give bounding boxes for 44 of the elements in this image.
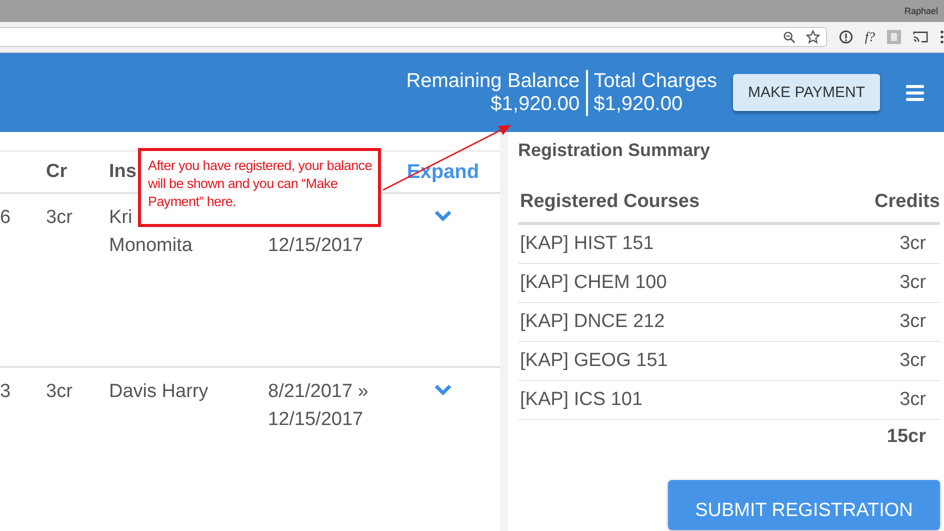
credit-value: 3cr — [900, 311, 927, 333]
instructor-name: Kri — [109, 206, 134, 230]
star-icon[interactable] — [806, 30, 820, 44]
end-date: 12/15/2017 — [268, 408, 364, 432]
course-name: [KAP] GEOG 151 — [520, 350, 668, 372]
extension-button[interactable]: f? — [864, 29, 875, 45]
address-field[interactable] — [0, 27, 827, 47]
column-header: Cr — [46, 161, 68, 183]
chevron-down-icon[interactable] — [434, 384, 452, 395]
column-header: Ins — [109, 161, 136, 183]
credit-value: 3cr — [900, 272, 927, 294]
chevron-down-icon[interactable] — [434, 210, 452, 221]
callout-box: After you have registered, your balance will be shown and you can “Make Payment” here. — [138, 148, 381, 227]
table-cell-text: 6 — [0, 206, 12, 230]
total-credits: 15cr — [886, 426, 926, 449]
instructor-name: Monomita — [109, 234, 194, 258]
course-name: [KAP] ICS 101 — [520, 389, 643, 411]
profile-name[interactable]: Raphael — [904, 6, 938, 16]
credit-value: 3cr — [900, 389, 927, 411]
balance-label: Remaining Balance — [406, 70, 580, 92]
credit-value: 3cr — [900, 350, 927, 372]
table-cell-text: 3cr — [46, 380, 74, 404]
balance-amount: $1,920.00 — [490, 92, 580, 116]
course-name: [KAP] HIST 151 — [520, 233, 654, 255]
end-date: 12/15/2017 — [268, 234, 364, 258]
zoom-icon[interactable] — [782, 30, 796, 44]
table-cell-text: 3 — [0, 380, 12, 404]
column-header: Registered Courses — [520, 191, 700, 213]
course-name: [KAP] CHEM 100 — [520, 272, 667, 294]
cast-icon[interactable] — [913, 31, 928, 43]
submit-registration-button[interactable]: SUBMIT REGISTRATION — [668, 480, 940, 530]
info-icon[interactable] — [838, 30, 853, 44]
summary-title: Registration Summary — [518, 140, 712, 162]
table-cell-text: 3cr — [46, 206, 74, 230]
course-name: [KAP] DNCE 212 — [520, 311, 665, 333]
more-icon[interactable] — [940, 30, 944, 44]
credit-value: 3cr — [900, 233, 927, 255]
charges-amount: $1,920.00 — [594, 92, 684, 116]
make-payment-button[interactable]: MAKE PAYMENT — [733, 74, 880, 111]
charges-label: Total Charges — [594, 70, 718, 92]
menu-icon[interactable] — [906, 84, 924, 100]
column-header: Credits — [874, 191, 940, 213]
instructor-name: Davis Harry — [109, 380, 210, 404]
start-date: 8/21/2017 » — [268, 380, 370, 404]
